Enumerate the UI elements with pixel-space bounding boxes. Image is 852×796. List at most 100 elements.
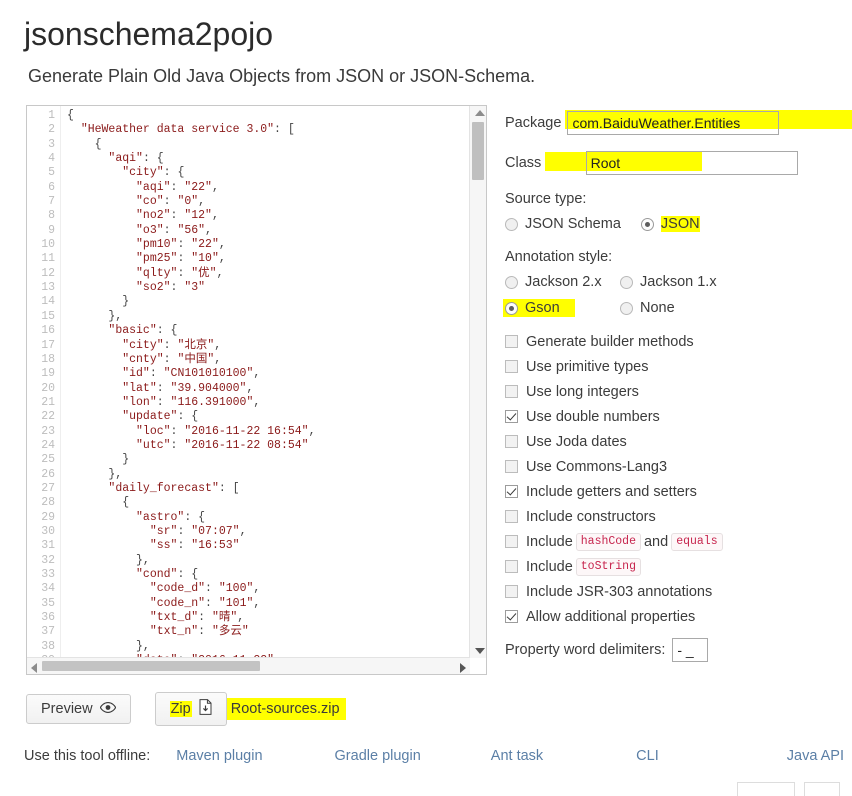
code-line: "update": { (122, 410, 199, 424)
checkbox-indicator[interactable] (505, 385, 518, 398)
preview-button-label: Preview (41, 701, 93, 717)
code-line: }, (67, 639, 150, 653)
vertical-scroll-thumb[interactable] (472, 122, 484, 180)
checkbox-use-double-numbers[interactable]: Use double numbers (505, 404, 852, 429)
zip-download-button[interactable]: Zip (154, 692, 227, 726)
scroll-right-arrow-icon[interactable] (460, 663, 466, 673)
checkbox-indicator[interactable] (505, 485, 518, 498)
checkbox-use-joda-dates[interactable]: Use Joda dates (505, 429, 852, 454)
line-number: 31 (41, 539, 55, 553)
radio-indicator[interactable] (505, 275, 518, 289)
radio-option-json-schema[interactable]: JSON Schema (505, 213, 621, 235)
code-line: "no2": "12", (136, 209, 219, 223)
scroll-down-arrow-icon[interactable] (475, 648, 485, 654)
checkbox-indicator[interactable] (505, 435, 518, 448)
radio-label: Jackson 1.x (640, 274, 717, 290)
checkbox-indicator[interactable] (505, 610, 518, 623)
checkbox-indicator[interactable] (505, 510, 518, 523)
checkbox-label: Allow additional properties (526, 608, 696, 625)
checkbox-indicator[interactable] (505, 535, 518, 548)
checkbox-include-constructors[interactable]: Include constructors (505, 504, 852, 529)
code-line: "basic": { (108, 324, 178, 338)
checkbox-indicator[interactable] (505, 460, 518, 473)
line-number: 35 (41, 596, 55, 610)
code-line: { (67, 109, 74, 122)
line-number: 16 (41, 324, 55, 338)
code-line: "id": "CN101010100", (122, 367, 261, 381)
checkbox-generate-builder-methods[interactable]: Generate builder methods (505, 329, 852, 354)
checkbox-indicator[interactable] (505, 560, 518, 573)
code-line: }, (67, 467, 123, 481)
radio-indicator[interactable] (505, 301, 518, 315)
radio-label: JSON (660, 216, 700, 232)
checkbox-label: Include JSR-303 annotations (526, 583, 713, 600)
footer-link-ant-task[interactable]: Ant task (491, 748, 543, 764)
radio-indicator[interactable] (505, 217, 518, 231)
checkbox-use-long-integers[interactable]: Use long integers (505, 379, 852, 404)
code-line: "cond": { (136, 568, 199, 581)
scroll-left-arrow-icon[interactable] (31, 663, 37, 673)
line-number: 19 (41, 367, 55, 381)
line-number: 6 (48, 180, 55, 194)
checkbox-allow-additional-properties[interactable]: Allow additional properties (505, 604, 852, 629)
delimiters-label: Property word delimiters: (505, 642, 666, 658)
code-line: "txt_d": "晴", (149, 611, 245, 625)
radio-indicator[interactable] (620, 275, 633, 289)
checkbox-indicator[interactable] (505, 360, 518, 373)
checkbox-include-tostring[interactable]: Include toString (505, 554, 852, 579)
radio-option-jackson-1x[interactable]: Jackson 1.x (620, 271, 717, 293)
checkbox-indicator[interactable] (505, 335, 518, 348)
code-line: "txt_n": "多云" (149, 625, 249, 639)
checkbox-use-commons-lang3[interactable]: Use Commons-Lang3 (505, 454, 852, 479)
checkbox-include-getters-and-setters[interactable]: Include getters and setters (505, 479, 852, 504)
action-buttons: Preview Zip Root-sources.zip (26, 692, 382, 726)
footer-widget-stub-right[interactable] (804, 782, 840, 796)
code-line: "o3": "56", (136, 223, 212, 237)
package-input[interactable] (567, 111, 780, 135)
line-number: 24 (41, 438, 55, 452)
editor-vertical-scrollbar[interactable] (469, 106, 486, 658)
checkbox-label: Include (526, 558, 573, 575)
radio-option-json[interactable]: JSON (640, 213, 700, 235)
radio-option-jackson-2x[interactable]: Jackson 2.x (505, 271, 620, 293)
line-number-gutter: 1 2 3 4 5 6 7 8 9 10 11 12 13 14 15 16 17 18 19 20 21 22 23 24 2… (27, 106, 61, 657)
preview-button[interactable]: Preview (26, 694, 131, 724)
line-number: 32 (41, 553, 55, 567)
scroll-up-arrow-icon[interactable] (475, 110, 485, 116)
checkbox-include-jsr303-annotations[interactable]: Include JSR-303 annotations (505, 579, 852, 604)
json-code-content[interactable]: { "HeWeather data service 3.0": [ { "aqi… (61, 106, 469, 657)
checkbox-indicator[interactable] (505, 585, 518, 598)
delimiters-input[interactable] (672, 638, 709, 662)
radio-indicator[interactable] (640, 217, 654, 231)
package-label: Package (505, 115, 562, 131)
source-type-label: Source type: (505, 191, 587, 207)
footer-link-maven-plugin[interactable]: Maven plugin (176, 748, 262, 764)
code-line: "code_n": "101", (149, 596, 261, 610)
json-source-editor[interactable]: 1 2 3 4 5 6 7 8 9 10 11 12 13 14 15 16 17 18 19 20 21 22 23 24 2… (26, 105, 487, 675)
horizontal-scroll-thumb[interactable] (42, 661, 260, 671)
code-line: } (67, 295, 130, 309)
checkbox-label: Generate builder methods (526, 333, 694, 350)
code-line: }, (67, 553, 150, 567)
checkbox-use-primitive-types[interactable]: Use primitive types (505, 354, 852, 379)
code-line: { (67, 496, 130, 510)
line-number: 27 (41, 481, 55, 495)
class-name-label: Class name (505, 155, 582, 171)
radio-label: None (640, 300, 675, 316)
checkbox-include-hashcode-equals[interactable]: Include hashCode and equals (505, 529, 852, 554)
checkbox-indicator[interactable] (505, 410, 518, 423)
editor-horizontal-scrollbar[interactable] (27, 657, 470, 674)
class-name-input[interactable] (585, 151, 798, 175)
radio-option-gson[interactable]: Gson (503, 297, 620, 319)
footer-link-gradle-plugin[interactable]: Gradle plugin (335, 748, 421, 764)
footer-link-java-api[interactable]: Java API (787, 748, 844, 764)
radio-option-none[interactable]: None (620, 297, 675, 319)
line-number: 9 (48, 223, 55, 237)
eye-icon (99, 701, 116, 717)
footer-widget-stub-left[interactable] (737, 782, 795, 796)
editor-viewport[interactable]: 1 2 3 4 5 6 7 8 9 10 11 12 13 14 15 16 17 18 19 20 21 22 23 24 2… (27, 106, 469, 657)
radio-indicator[interactable] (620, 301, 633, 315)
property-word-delimiters-row: Property word delimiters: (505, 635, 852, 665)
radio-label: Jackson 2.x (525, 274, 602, 290)
footer-link-cli[interactable]: CLI (636, 748, 659, 764)
